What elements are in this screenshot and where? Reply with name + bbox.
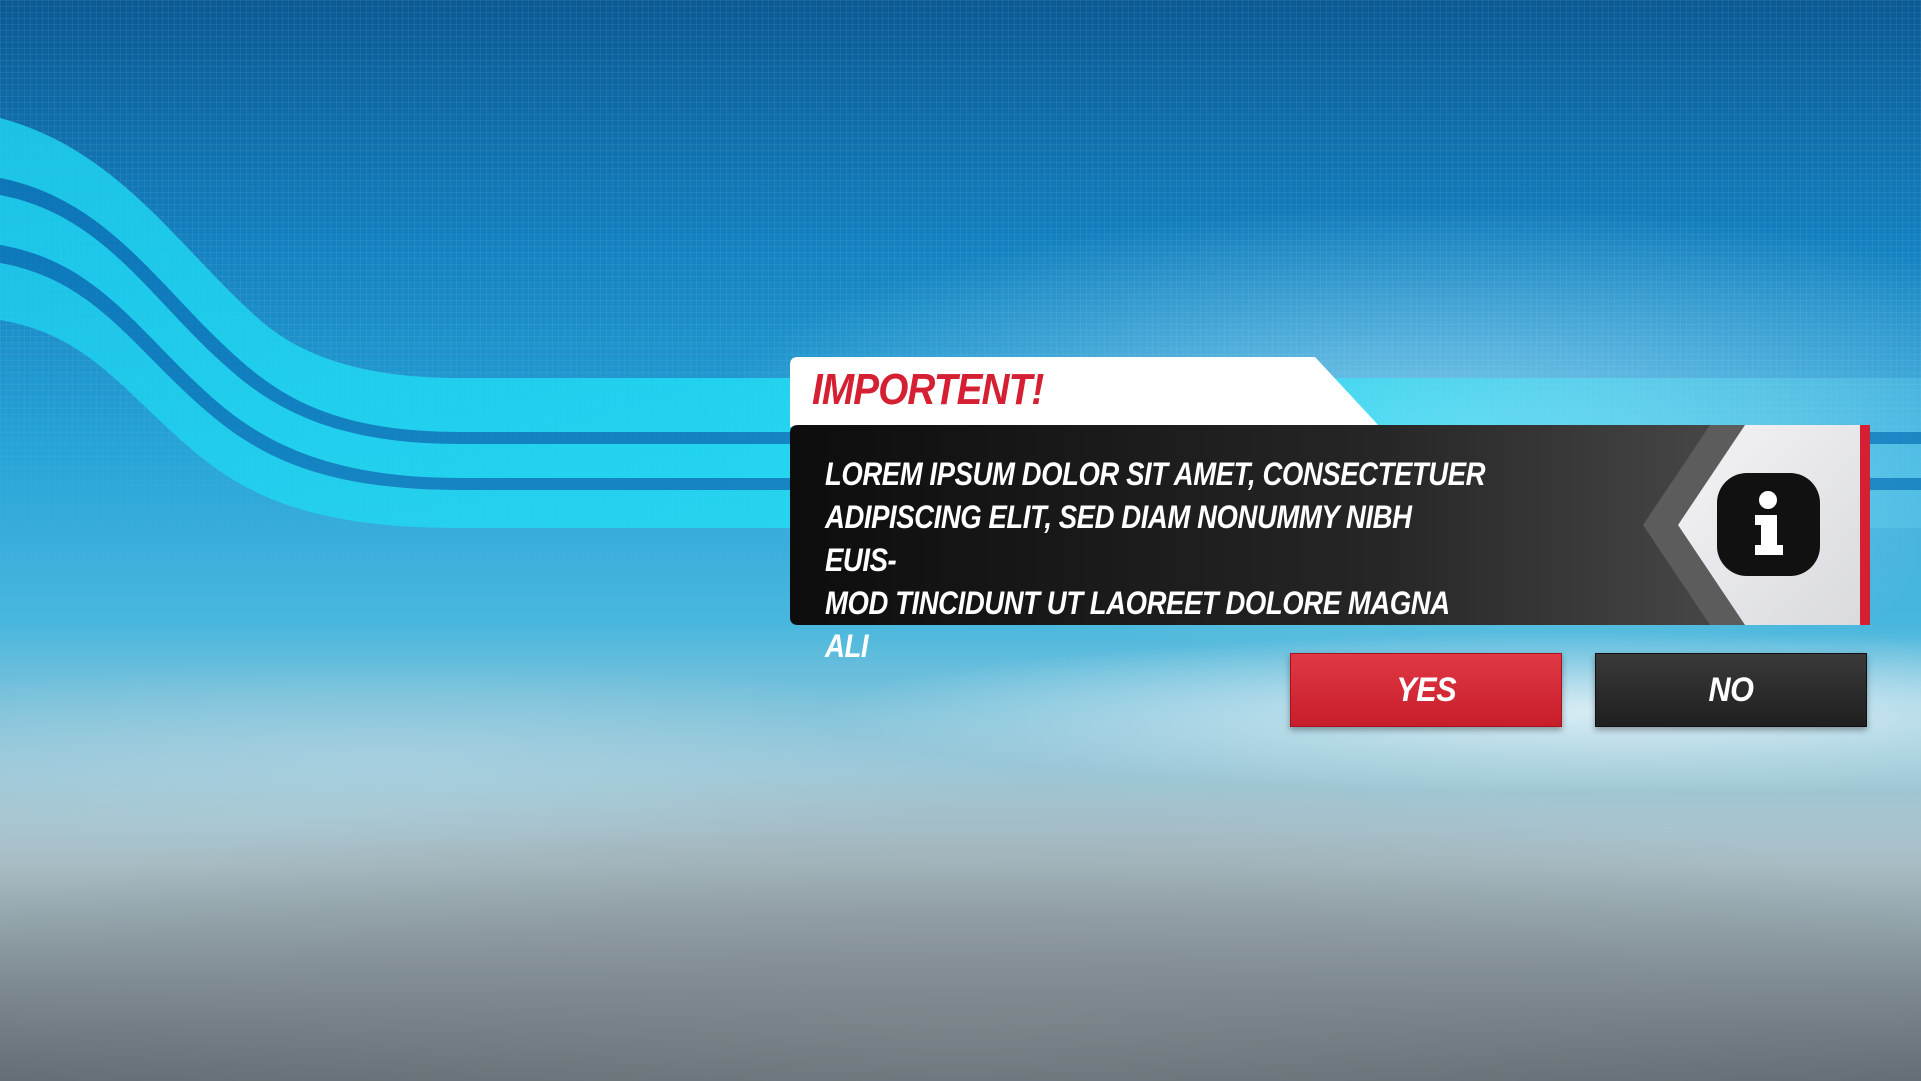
yes-button[interactable]: YES: [1290, 653, 1562, 727]
dialog-title: IMPORTENT!: [812, 365, 1044, 414]
no-button[interactable]: NO: [1595, 653, 1867, 727]
no-button-label: NO: [1708, 670, 1754, 709]
panel-accent-bar: [1860, 425, 1870, 625]
yes-button-label: YES: [1396, 670, 1456, 709]
game-scene: IMPORTENT! LOREM IPSUM DOLOR SIT AMET, C…: [0, 0, 1921, 1081]
dialog-message: LOREM IPSUM DOLOR SIT AMET, CONSECTETUER…: [825, 456, 1486, 664]
info-icon: [1717, 473, 1820, 576]
